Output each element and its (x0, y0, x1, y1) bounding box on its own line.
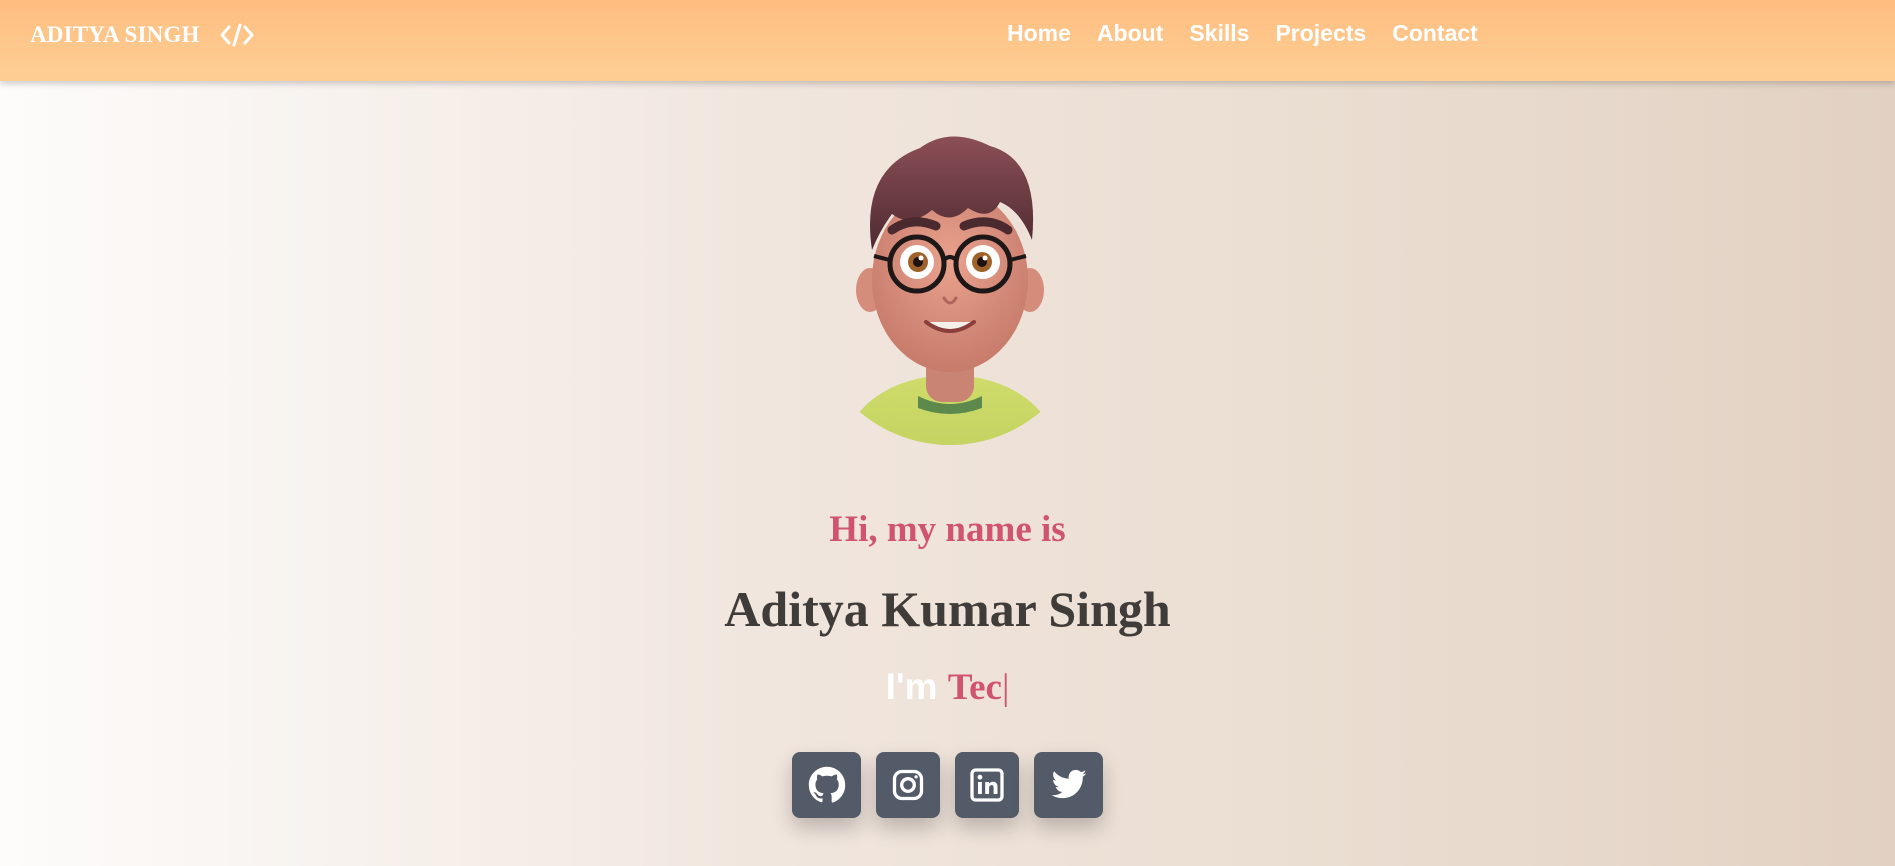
twitter-button[interactable] (1034, 752, 1103, 818)
linkedin-icon (970, 768, 1004, 802)
twitter-icon (1051, 769, 1086, 799)
github-button[interactable] (792, 752, 861, 818)
nav-link-skills[interactable]: Skills (1189, 20, 1249, 46)
greeting-text: Hi, my name is (829, 509, 1066, 550)
nav-link-contact[interactable]: Contact (1392, 20, 1478, 46)
typed-word: Tec (947, 667, 1002, 708)
code-icon (220, 22, 254, 48)
social-links (0, 752, 1895, 818)
linkedin-button[interactable] (955, 752, 1019, 818)
instagram-button[interactable] (876, 752, 940, 818)
brand-name: ADITYA SINGH (30, 22, 200, 47)
instagram-icon (892, 769, 924, 801)
typed-cursor: | (1001, 667, 1010, 708)
full-name: Aditya Kumar Singh (724, 581, 1171, 637)
nav-link-home[interactable]: Home (1007, 20, 1071, 46)
github-icon (808, 766, 845, 803)
nav-link-projects[interactable]: Projects (1275, 20, 1366, 46)
brand[interactable]: ADITYA SINGH (30, 22, 254, 48)
nav-link-about[interactable]: About (1097, 20, 1163, 46)
navbar: ADITYA SINGH Home About Skills Projects … (0, 0, 1895, 81)
nav-links: Home About Skills Projects Contact (1007, 20, 1478, 47)
typed-prefix: I'm (885, 666, 938, 707)
typed-line: I'm Tec| (0, 666, 1895, 709)
avatar-illustration (840, 130, 1060, 445)
